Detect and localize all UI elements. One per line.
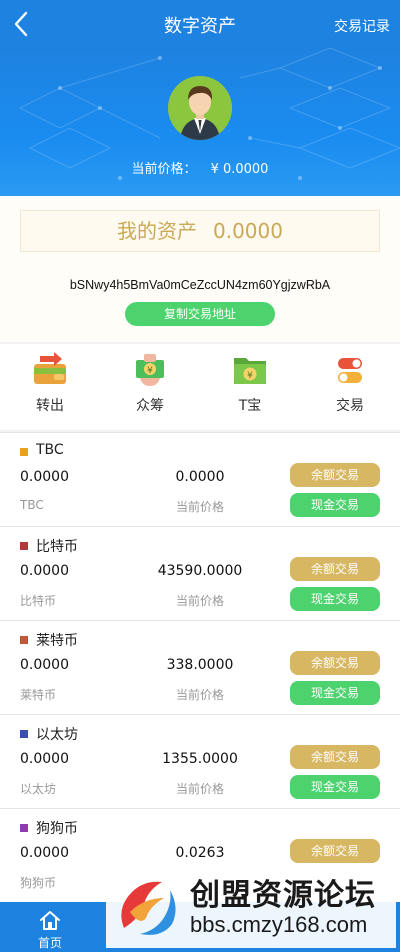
balance-trade-button[interactable]: 余额交易 <box>290 557 380 581</box>
menu-item-transfer-out[interactable]: 转出 <box>0 344 100 430</box>
coin-symbol: 莱特币 <box>20 688 57 702</box>
menu-item-crowdfunding[interactable]: ¥ 众筹 <box>100 344 200 430</box>
coin-color-dot <box>20 824 28 832</box>
menu-label-tbao: T宝 <box>238 398 262 414</box>
my-assets-section: 我的资产 0.0000 bSNwy4h5BmVa0mCeZccUN4zm60Ygj… <box>0 196 400 342</box>
crowdfunding-money-icon: ¥ <box>136 354 164 386</box>
top-bar: 数字资产 交易记录 <box>0 0 400 48</box>
folder-yen-icon: ¥ <box>234 358 266 384</box>
coin-name: TBC <box>36 442 64 458</box>
quick-menu: 转出 ¥ 众筹 ¥ T宝 交易 <box>0 344 400 430</box>
svg-text:¥: ¥ <box>147 366 153 376</box>
coin-price: 0.0000 <box>175 469 225 485</box>
my-assets-value: 0.0000 <box>213 219 283 243</box>
coin-price-label: 当前价格 <box>175 688 224 702</box>
menu-label-transfer-out: 转出 <box>36 398 64 414</box>
avatar[interactable] <box>168 76 232 140</box>
home-icon <box>40 911 60 930</box>
watermark-title: 创盟资源论坛 <box>190 878 376 913</box>
my-assets-label: 我的资产 <box>117 219 197 243</box>
my-assets-box: 我的资产 0.0000 <box>20 210 380 252</box>
current-price-label: 当前价格： <box>131 162 197 177</box>
coin-balance: 0.0000 <box>20 845 69 861</box>
forum-watermark: 创盟资源论坛 bbs.cmzy168.com <box>106 864 396 948</box>
current-price-value: ¥ 0.0000 <box>210 162 269 177</box>
transaction-records-link[interactable]: 交易记录 <box>334 16 390 36</box>
cash-trade-button[interactable]: 现金交易 <box>290 587 380 611</box>
toggle-switch-icon <box>338 358 362 383</box>
coin-color-dot <box>20 636 28 644</box>
coin-price: 338.0000 <box>166 657 234 673</box>
coin-balance: 0.0000 <box>20 469 69 485</box>
coin-row-litecoin: 莱特币 0.0000 338.0000 莱特币 当前价格 余额交易 现金交易 <box>0 620 400 714</box>
coin-balance: 0.0000 <box>20 751 69 767</box>
coin-price-label: 当前价格 <box>175 782 224 796</box>
forum-logo-icon <box>121 881 176 935</box>
tab-home-label: 首页 <box>37 936 62 950</box>
coin-price: 43590.0000 <box>157 563 243 579</box>
svg-text:¥: ¥ <box>247 371 253 381</box>
coin-row-tbc: TBC 0.0000 0.0000 TBC 当前价格 余额交易 现金交易 <box>0 432 400 526</box>
balance-trade-button[interactable]: 余额交易 <box>290 839 380 863</box>
coin-balance: 0.0000 <box>20 563 69 579</box>
coin-price-label: 当前价格 <box>175 594 224 608</box>
coin-symbol: 以太坊 <box>20 782 57 796</box>
balance-trade-button[interactable]: 余额交易 <box>290 463 380 487</box>
coin-balance: 0.0000 <box>20 657 69 673</box>
cash-trade-button[interactable]: 现金交易 <box>290 775 380 799</box>
menu-label-crowdfunding: 众筹 <box>136 398 164 414</box>
current-price-line: 当前价格： ¥ 0.0000 <box>0 158 400 177</box>
coin-row-bitcoin: 比特币 0.0000 43590.0000 比特币 当前价格 余额交易 现金交易 <box>0 526 400 620</box>
coin-price: 0.0263 <box>175 845 225 861</box>
coin-color-dot <box>20 448 28 456</box>
coin-name: 以太坊 <box>36 727 78 743</box>
coin-color-dot <box>20 730 28 738</box>
coin-symbol: TBC <box>20 498 44 512</box>
cash-trade-button[interactable]: 现金交易 <box>290 681 380 705</box>
coin-name: 莱特币 <box>36 633 78 649</box>
watermark-url: bbs.cmzy168.com <box>190 912 368 937</box>
coin-symbol: 比特币 <box>20 594 57 608</box>
coin-name: 狗狗币 <box>36 821 78 837</box>
cash-trade-button[interactable]: 现金交易 <box>290 493 380 517</box>
copy-address-button[interactable]: 复制交易地址 <box>125 302 275 326</box>
balance-trade-button[interactable]: 余额交易 <box>290 745 380 769</box>
balance-trade-button[interactable]: 余额交易 <box>290 651 380 675</box>
businessman-avatar-icon <box>168 76 232 140</box>
menu-label-trade: 交易 <box>336 398 364 414</box>
coin-symbol: 狗狗币 <box>20 876 57 890</box>
coin-color-dot <box>20 542 28 550</box>
wallet-transfer-icon <box>34 352 66 384</box>
coin-price: 1355.0000 <box>162 751 238 767</box>
tab-home[interactable]: 首页 <box>0 902 100 952</box>
coin-price-label: 当前价格 <box>175 500 224 514</box>
hero-banner: 当前价格： ¥ 0.0000 <box>0 48 400 196</box>
menu-item-trade[interactable]: 交易 <box>300 344 400 430</box>
coin-row-ethereum: 以太坊 0.0000 1355.0000 以太坊 当前价格 余额交易 现金交易 <box>0 714 400 808</box>
wallet-address: bSNwy4h5BmVa0mCeZccUN4zm60YgjzwRbA <box>69 278 331 292</box>
menu-item-tbao[interactable]: ¥ T宝 <box>200 344 300 430</box>
coin-name: 比特币 <box>36 539 78 555</box>
